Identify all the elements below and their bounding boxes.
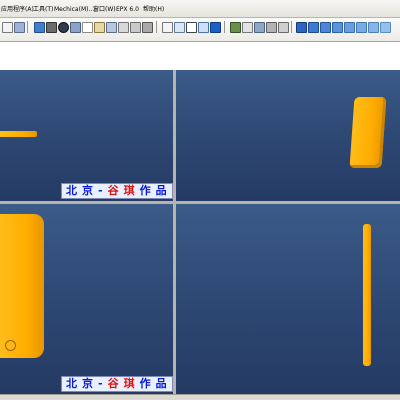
coord-sys-icon[interactable]: [210, 22, 221, 33]
part-side-view: [363, 224, 371, 366]
viewport-workspace: 北京-谷琪作品 北京-谷琪作品: [0, 70, 400, 394]
revolve-icon[interactable]: [320, 22, 331, 33]
shade-icon[interactable]: [142, 22, 153, 33]
watermark-text-2: 谷琪: [107, 184, 140, 197]
plane-icon[interactable]: [254, 22, 265, 33]
viewport-bottom-right[interactable]: [176, 204, 400, 394]
refit-icon[interactable]: [106, 22, 117, 33]
blend-icon[interactable]: [344, 22, 355, 33]
view-icon[interactable]: [130, 22, 141, 33]
watermark-text-2: 谷琪: [107, 377, 140, 390]
datum-plane-icon[interactable]: [174, 22, 185, 33]
watermark-text-1: 北京-: [66, 184, 108, 197]
redo-icon[interactable]: [70, 22, 81, 33]
hole-icon[interactable]: [380, 22, 391, 33]
watermark-text-3: 作品: [139, 377, 172, 390]
point-icon[interactable]: [278, 22, 289, 33]
menu-epx[interactable]: EPX 6.0: [116, 6, 139, 14]
chamfer-icon[interactable]: [368, 22, 379, 33]
save-icon[interactable]: [34, 22, 45, 33]
watermark-text-3: 作品: [139, 184, 172, 197]
undo-icon[interactable]: [58, 22, 69, 33]
csys-icon[interactable]: [266, 22, 277, 33]
toolbar-separator: [156, 21, 157, 33]
menu-help[interactable]: 帮助(H): [143, 6, 164, 14]
main-toolbar: [0, 18, 400, 42]
menu-bar: 应用程序(A) 工具(T) Mechica(M)... 窗口(W) EPX 6.…: [0, 0, 400, 18]
part-front-view: [0, 214, 44, 358]
toolbar-separator: [291, 21, 292, 33]
menu-applications[interactable]: 应用程序(A): [1, 6, 34, 14]
sketch-icon[interactable]: [230, 22, 241, 33]
menu-window[interactable]: 窗口(W): [93, 6, 116, 14]
part-isometric-view: [349, 97, 387, 168]
model-tree-strip: [0, 42, 400, 71]
toolbar-separator: [224, 21, 225, 33]
part-top-view: [0, 131, 37, 137]
watermark: 北京-谷琪作品: [61, 376, 173, 392]
sketch-tool-icon[interactable]: [296, 22, 307, 33]
axis-icon[interactable]: [242, 22, 253, 33]
menu-tools[interactable]: 工具(T): [33, 6, 53, 14]
zoom-out-icon[interactable]: [94, 22, 105, 33]
datum-axis-icon[interactable]: [186, 22, 197, 33]
orient-icon[interactable]: [118, 22, 129, 33]
viewport-bottom-left[interactable]: 北京-谷琪作品: [0, 204, 173, 394]
new-icon[interactable]: [2, 22, 13, 33]
sweep-icon[interactable]: [332, 22, 343, 33]
print-icon[interactable]: [46, 22, 57, 33]
viewport-top-right[interactable]: [176, 70, 400, 201]
watermark: 北京-谷琪作品: [61, 183, 173, 199]
home-button-icon: [5, 340, 16, 351]
toolbar-separator: [27, 21, 28, 33]
datum-point-icon[interactable]: [198, 22, 209, 33]
extrude-icon[interactable]: [308, 22, 319, 33]
menu-mechanica[interactable]: Mechica(M)...: [54, 6, 94, 14]
status-bar: [0, 394, 400, 400]
viewport-top-left[interactable]: 北京-谷琪作品: [0, 70, 173, 201]
zoom-in-icon[interactable]: [82, 22, 93, 33]
round-icon[interactable]: [356, 22, 367, 33]
wireframe-icon[interactable]: [162, 22, 173, 33]
open-icon[interactable]: [14, 22, 25, 33]
watermark-text-1: 北京-: [66, 377, 108, 390]
